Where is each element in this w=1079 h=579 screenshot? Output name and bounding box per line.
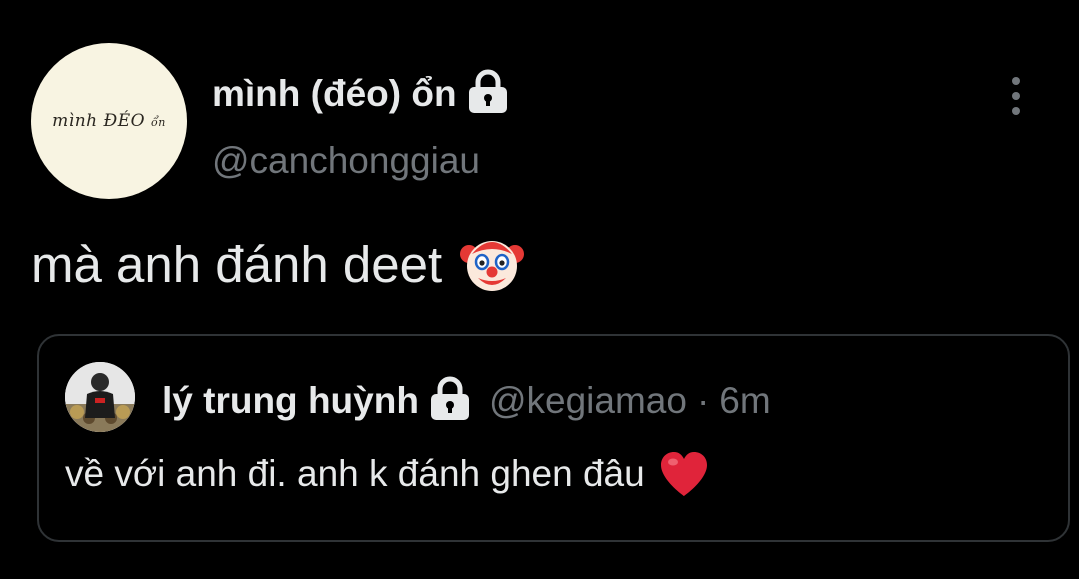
- author-avatar[interactable]: mình ĐÉO ổn: [31, 43, 187, 199]
- avatar-logo-text: mình ĐÉO ổn: [52, 111, 166, 131]
- separator-dot: ·: [696, 380, 710, 421]
- lock-icon: [427, 376, 473, 427]
- quoted-tweet-header: lý trung huỳnh @kegiamao · 6m: [162, 376, 771, 426]
- more-dot-icon: [1012, 77, 1020, 85]
- author-handle[interactable]: @canchonggiau: [212, 140, 480, 182]
- quoted-tweet-time[interactable]: 6m: [719, 380, 770, 422]
- quoted-author-name[interactable]: lý trung huỳnh: [162, 380, 419, 422]
- quoted-author-avatar[interactable]: [65, 362, 135, 432]
- quoted-tweet-text: về với anh đi. anh k đánh ghen đâu: [65, 453, 645, 494]
- tweet: mình ĐÉO ổn mình (đéo) ổn @canchonggiau …: [0, 0, 1079, 579]
- more-options-button[interactable]: [996, 72, 1036, 120]
- quoted-author-handle[interactable]: @kegiamao: [489, 380, 687, 422]
- quoted-tweet-body: về với anh đi. anh k đánh ghen đâu: [65, 448, 709, 500]
- lock-icon: [465, 69, 511, 120]
- tweet-text: mà anh đánh deet: [31, 235, 443, 293]
- author-name-row: mình (đéo) ổn: [212, 68, 511, 120]
- clown-face-icon: [460, 232, 525, 296]
- red-heart-icon: [659, 450, 709, 498]
- tweet-body: mà anh đánh deet: [31, 232, 525, 296]
- quoted-tweet-card[interactable]: lý trung huỳnh @kegiamao · 6m về với anh…: [37, 334, 1070, 542]
- author-display-name[interactable]: mình (đéo) ổn: [212, 73, 457, 115]
- more-dot-icon: [1012, 107, 1020, 115]
- more-dot-icon: [1012, 92, 1020, 100]
